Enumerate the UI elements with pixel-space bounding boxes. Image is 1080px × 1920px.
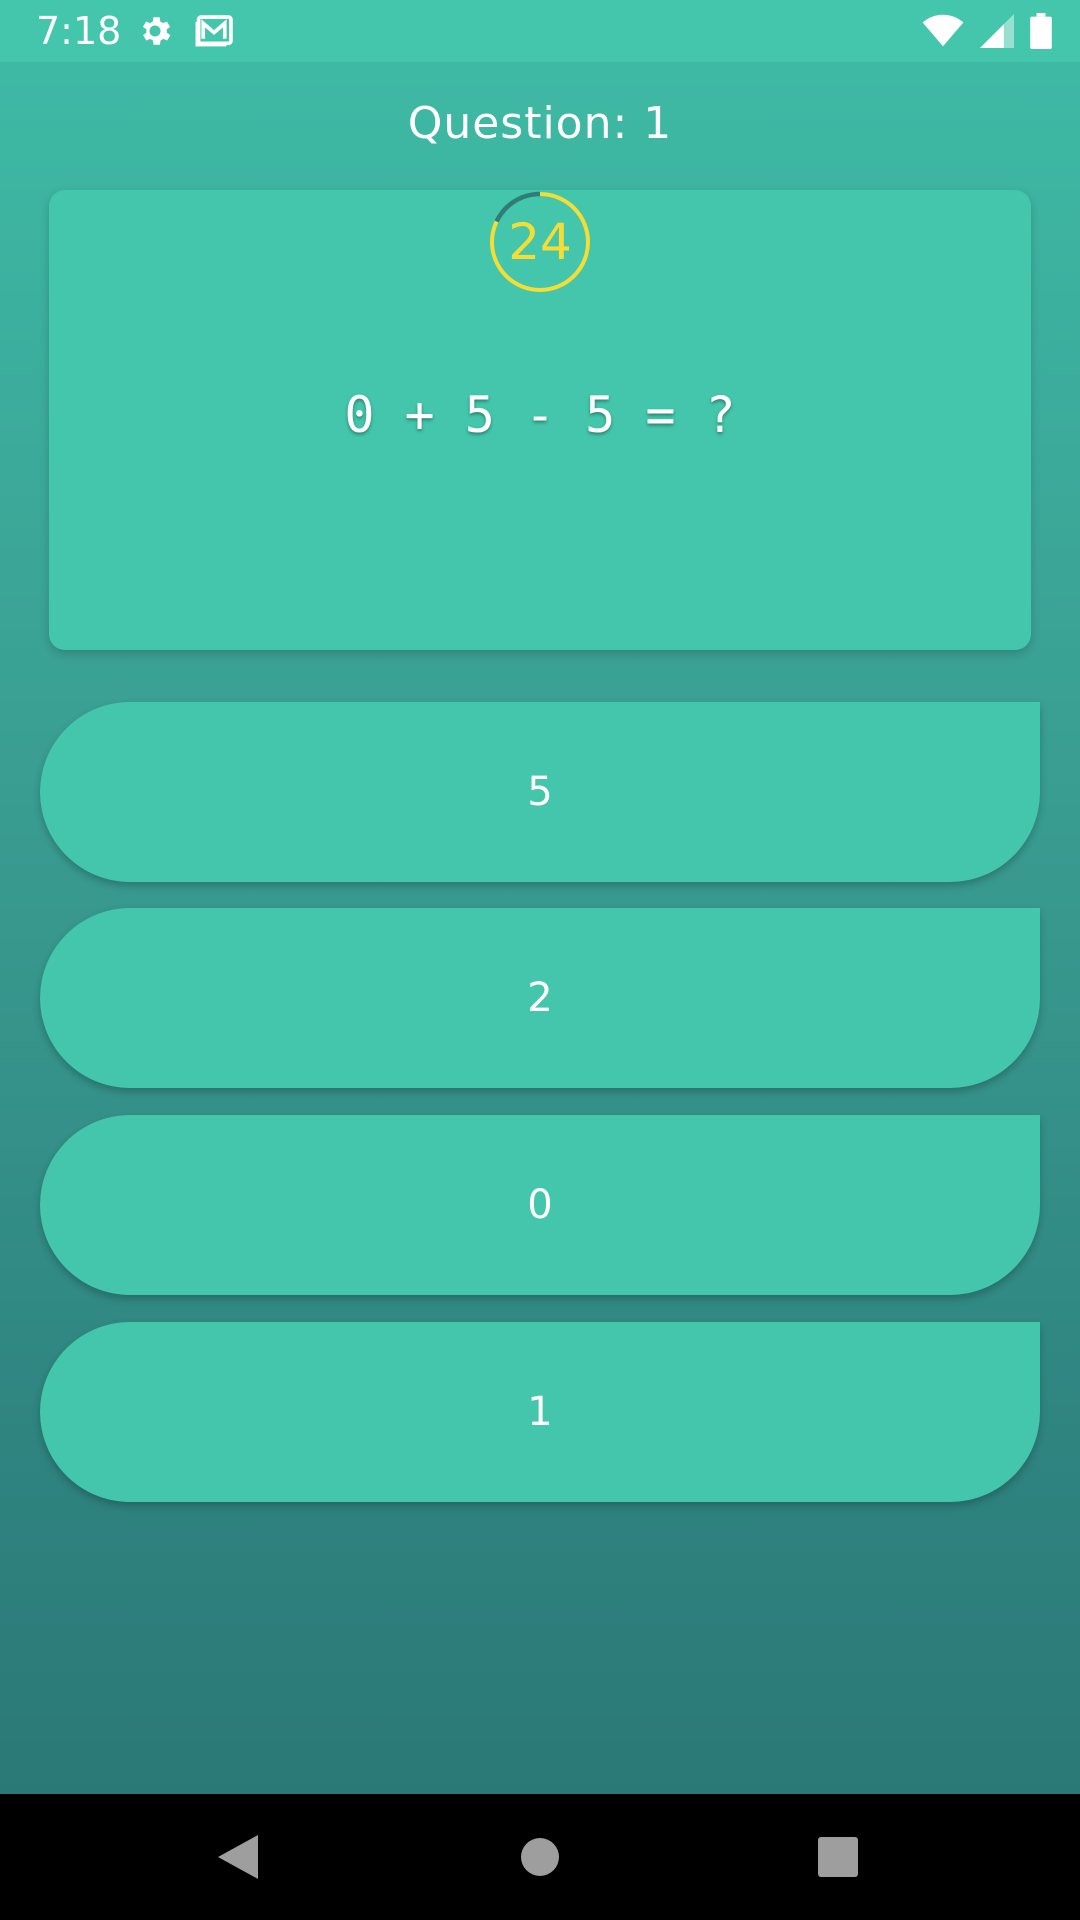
navigation-bar bbox=[0, 1794, 1080, 1920]
back-icon bbox=[218, 1835, 258, 1879]
answer-button-3[interactable]: 0 bbox=[40, 1115, 1040, 1295]
signal-icon bbox=[980, 14, 1014, 48]
status-time: 7:18 bbox=[36, 9, 122, 53]
timer-value: 24 bbox=[508, 213, 572, 271]
battery-icon bbox=[1030, 13, 1052, 49]
mail-icon bbox=[194, 12, 234, 50]
nav-home-button[interactable] bbox=[480, 1794, 600, 1920]
answer-button-1[interactable]: 5 bbox=[40, 702, 1040, 882]
countdown-timer: 24 bbox=[488, 190, 592, 294]
nav-back-button[interactable] bbox=[178, 1794, 298, 1920]
question-card: 24 0 + 5 - 5 = ? bbox=[49, 190, 1031, 650]
recents-icon bbox=[818, 1837, 858, 1877]
status-bar: 7:18 bbox=[0, 0, 1080, 62]
home-icon bbox=[521, 1838, 559, 1876]
nav-recents-button[interactable] bbox=[778, 1794, 898, 1920]
gear-icon bbox=[136, 12, 174, 50]
status-right-icons bbox=[922, 12, 1052, 50]
status-left-icons bbox=[136, 12, 234, 50]
answer-button-2[interactable]: 2 bbox=[40, 908, 1040, 1088]
wifi-icon bbox=[922, 14, 964, 48]
answer-button-4[interactable]: 1 bbox=[40, 1322, 1040, 1502]
question-text: 0 + 5 - 5 = ? bbox=[344, 386, 736, 444]
page-title: Question: 1 bbox=[407, 98, 673, 149]
